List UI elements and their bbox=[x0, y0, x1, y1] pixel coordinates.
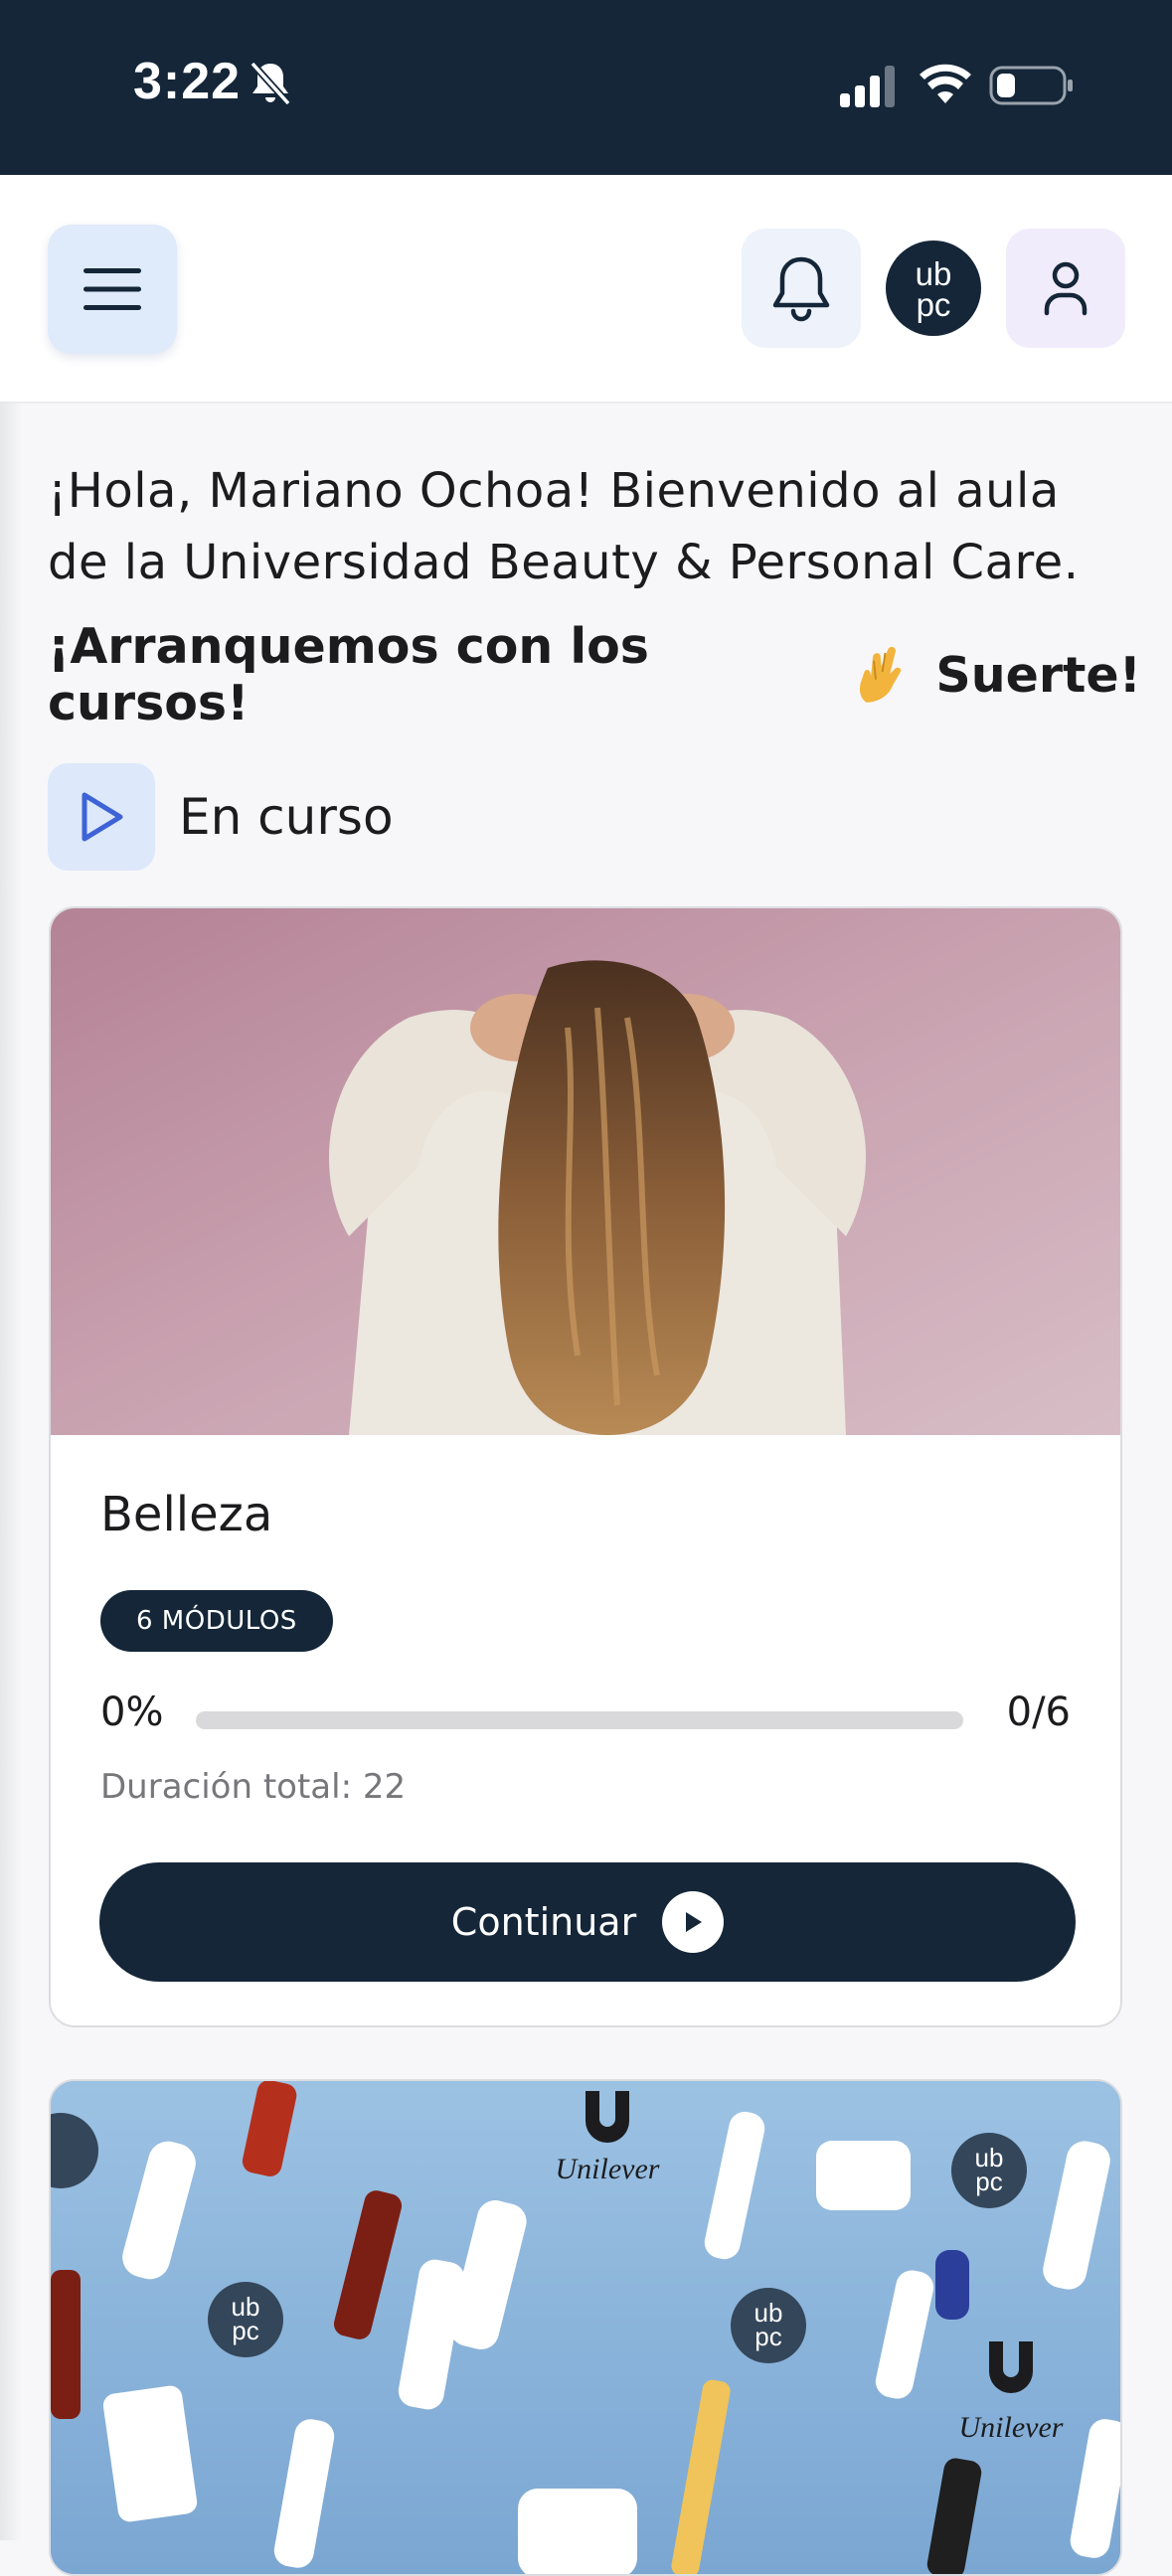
course-card-2[interactable]: ub pc ub pc ub pc Unilever Unilever bbox=[49, 2079, 1122, 2576]
section-icon-box bbox=[48, 763, 155, 871]
progress-bar bbox=[196, 1711, 963, 1729]
progress-count: 0/6 bbox=[1006, 1690, 1071, 1735]
unilever-logo-bottom: Unilever bbox=[959, 2411, 1064, 2444]
crossed-fingers-icon bbox=[860, 646, 902, 703]
cta-text-right: Suerte! bbox=[935, 646, 1141, 704]
profile-button[interactable] bbox=[1006, 229, 1125, 348]
cellular-signal-icon bbox=[840, 66, 895, 107]
play-icon bbox=[82, 792, 123, 842]
course-card[interactable]: Belleza 6 MÓDULOS 0% 0/6 Duración total:… bbox=[49, 906, 1122, 2027]
continue-button[interactable]: Continuar bbox=[99, 1862, 1076, 1982]
welcome-greeting: ¡Hola, Mariano Ochoa! Bienvenido al aula… bbox=[48, 463, 1080, 590]
welcome-cta: ¡Arranquemos con los cursos! Suerte! bbox=[48, 618, 1141, 731]
app-header: ub pc bbox=[0, 175, 1172, 403]
wifi-icon bbox=[920, 64, 971, 103]
svg-text:pc: pc bbox=[917, 286, 951, 323]
side-shadow bbox=[0, 402, 22, 2540]
notifications-button[interactable] bbox=[742, 229, 861, 348]
status-bar: 3:22 bbox=[0, 0, 1172, 175]
course-duration: Duración total: 22 bbox=[100, 1767, 407, 1807]
modules-badge: 6 MÓDULOS bbox=[100, 1590, 333, 1652]
user-icon bbox=[1044, 261, 1088, 316]
status-time: 3:22 bbox=[133, 53, 242, 110]
course-image bbox=[51, 908, 1120, 1435]
unilever-logo-top: Unilever bbox=[556, 2153, 660, 2185]
battery-icon bbox=[989, 66, 1073, 105]
course-title: Belleza bbox=[100, 1487, 273, 1542]
cta-text-left: ¡Arranquemos con los cursos! bbox=[48, 618, 649, 731]
section-in-progress: En curso bbox=[48, 763, 394, 871]
play-circle-icon bbox=[662, 1891, 725, 1953]
continue-button-label: Continuar bbox=[450, 1900, 637, 1944]
svg-text:pc: pc bbox=[975, 2167, 1002, 2196]
course-image-2: ubpc ubpc ubpc Unilever Unilever bbox=[51, 2081, 1120, 2574]
svg-text:pc: pc bbox=[232, 2316, 258, 2345]
svg-text:pc: pc bbox=[754, 2322, 781, 2351]
ubpc-logo: ub pc bbox=[886, 241, 981, 336]
hamburger-icon bbox=[84, 268, 141, 310]
progress-percent: 0% bbox=[100, 1690, 164, 1735]
section-title: En curso bbox=[179, 788, 394, 846]
bell-muted-icon bbox=[250, 61, 291, 106]
bell-icon bbox=[772, 256, 830, 322]
menu-button[interactable] bbox=[48, 225, 177, 354]
